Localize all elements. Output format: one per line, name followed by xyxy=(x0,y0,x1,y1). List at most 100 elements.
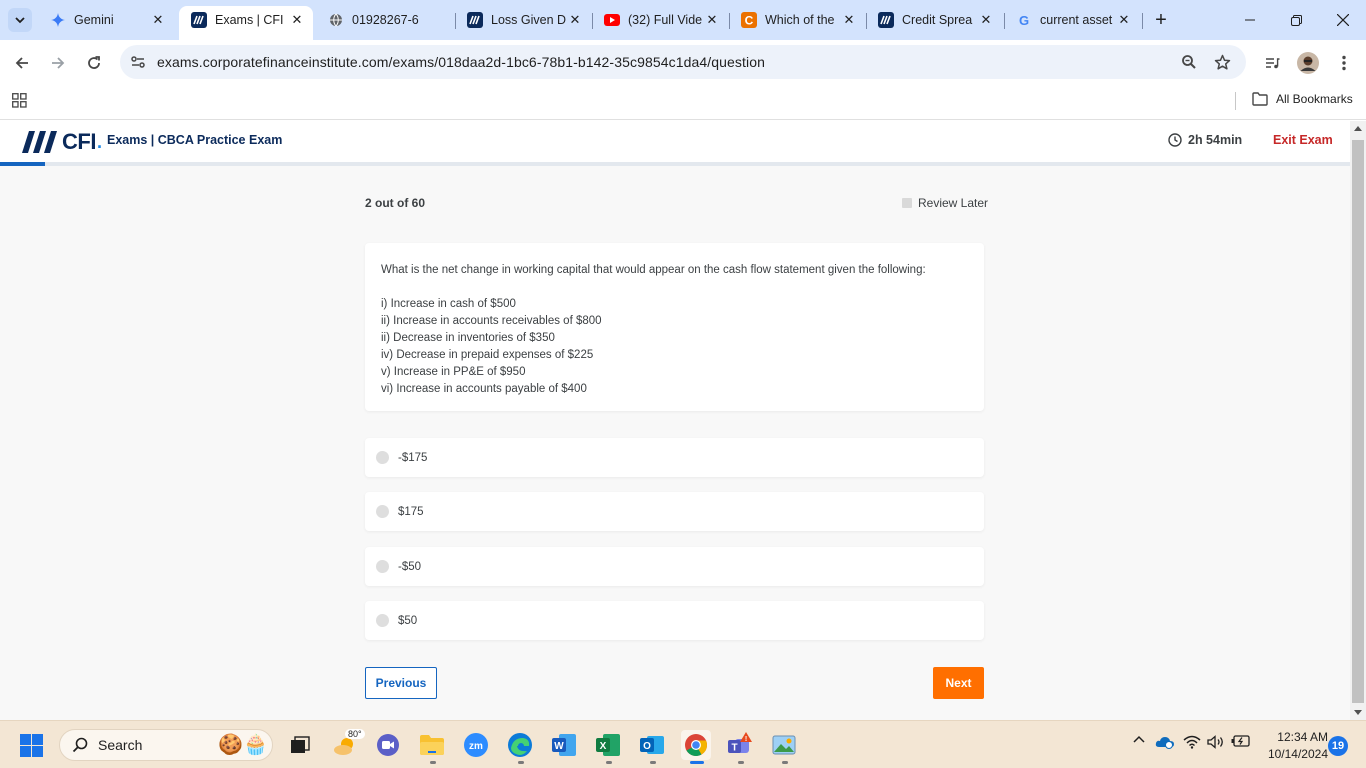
tab-gemini[interactable]: Gemini ✕ xyxy=(38,6,174,34)
folder-icon xyxy=(420,735,444,755)
close-icon[interactable]: ✕ xyxy=(150,12,166,28)
tab-credit-spread[interactable]: Credit Sprea ✕ xyxy=(866,6,1002,34)
close-icon[interactable]: ✕ xyxy=(567,12,583,28)
taskbar-search[interactable]: Search 🍪🧁 xyxy=(59,729,273,761)
back-button[interactable] xyxy=(9,50,35,76)
answer-option-a[interactable]: -$175 xyxy=(365,438,984,477)
notification-badge[interactable]: 19 xyxy=(1328,736,1348,756)
excel-icon: X xyxy=(596,734,620,756)
svg-text:T: T xyxy=(731,743,737,754)
wifi-tray-button[interactable] xyxy=(1183,735,1201,749)
svg-text:zm: zm xyxy=(469,741,483,752)
minimize-button[interactable] xyxy=(1227,5,1273,35)
task-view-button[interactable] xyxy=(285,730,315,760)
battery-charging-icon xyxy=(1231,735,1250,747)
bookmark-star-icon[interactable] xyxy=(1213,53,1231,71)
video-chat-icon xyxy=(377,734,399,756)
clock-time: 12:34 AM xyxy=(1277,730,1328,744)
scroll-down-arrow-icon[interactable] xyxy=(1354,710,1362,715)
cfi-logo-mark-icon xyxy=(22,131,57,153)
answer-option-c[interactable]: -$50 xyxy=(365,547,984,586)
site-settings-icon[interactable] xyxy=(129,53,147,71)
close-window-button[interactable] xyxy=(1320,5,1366,35)
address-bar[interactable]: exams.corporatefinanceinstitute.com/exam… xyxy=(120,45,1246,79)
photos-icon xyxy=(772,735,796,755)
answer-radio[interactable] xyxy=(376,560,389,573)
close-icon[interactable]: ✕ xyxy=(841,12,857,28)
volume-tray-button[interactable] xyxy=(1207,735,1225,749)
media-controls-button[interactable] xyxy=(1259,50,1285,76)
tab-title: Exams | CFI xyxy=(215,13,284,27)
answer-radio[interactable] xyxy=(376,505,389,518)
taskbar-app-word[interactable]: W xyxy=(549,730,579,760)
restore-button[interactable] xyxy=(1273,5,1319,35)
page-title: Exams | CBCA Practice Exam xyxy=(107,133,283,147)
browser-menu-button[interactable] xyxy=(1331,50,1357,76)
exit-exam-button[interactable]: Exit Exam xyxy=(1273,133,1333,147)
taskbar-app-outlook[interactable]: O xyxy=(637,730,667,760)
zoom-icon[interactable] xyxy=(1180,53,1198,71)
taskbar-app-zoom[interactable]: zm xyxy=(461,730,491,760)
taskbar-clock[interactable]: 12:34 AM 10/14/2024 xyxy=(1258,729,1328,763)
url-text[interactable]: exams.corporatefinanceinstitute.com/exam… xyxy=(157,54,765,70)
windows-logo-pane xyxy=(20,746,31,757)
tab-chegg[interactable]: C Which of the ✕ xyxy=(729,6,865,34)
close-icon[interactable]: ✕ xyxy=(1116,12,1132,28)
battery-tray-button[interactable] xyxy=(1231,735,1251,747)
scrollbar-thumb[interactable] xyxy=(1352,140,1364,703)
media-queue-icon xyxy=(1266,58,1280,69)
clock-icon xyxy=(1168,133,1182,147)
svg-text:W: W xyxy=(554,741,564,752)
tab-loss-given-default[interactable]: Loss Given D ✕ xyxy=(455,6,591,34)
windows-logo-icon xyxy=(20,734,31,745)
taskbar-app-excel[interactable]: X xyxy=(593,730,623,760)
onedrive-tray-button[interactable] xyxy=(1155,735,1175,749)
taskbar-app-photos[interactable] xyxy=(769,730,799,760)
profile-button[interactable] xyxy=(1295,50,1321,76)
logo-dot: . xyxy=(96,131,102,152)
app-running-indicator xyxy=(650,761,656,764)
page-scrollbar[interactable] xyxy=(1350,121,1366,720)
svg-text:!: ! xyxy=(745,736,747,743)
apps-grid-icon[interactable] xyxy=(12,93,27,111)
new-tab-button[interactable]: + xyxy=(1150,9,1172,31)
svg-text:C: C xyxy=(745,14,754,28)
tab-youtube[interactable]: (32) Full Vide ✕ xyxy=(592,6,728,34)
edge-icon xyxy=(508,733,532,757)
taskbar-app-file-explorer[interactable] xyxy=(417,730,447,760)
question-item: ii) Decrease in inventories of $350 xyxy=(381,332,555,344)
cfi-icon xyxy=(191,12,207,28)
reload-button[interactable] xyxy=(81,50,107,76)
review-later-toggle[interactable]: Review Later xyxy=(902,196,988,210)
next-button[interactable]: Next xyxy=(933,667,984,699)
tab-google-search[interactable]: G current asset ✕ xyxy=(1004,6,1140,34)
scroll-up-arrow-icon[interactable] xyxy=(1354,126,1362,131)
review-later-checkbox[interactable] xyxy=(902,198,912,208)
answer-label: -$50 xyxy=(398,560,422,573)
previous-button[interactable]: Previous xyxy=(365,667,437,699)
restore-icon xyxy=(1290,14,1302,26)
all-bookmarks-button[interactable]: All Bookmarks xyxy=(1252,92,1353,106)
taskbar-app-chrome[interactable] xyxy=(681,730,711,760)
answer-radio[interactable] xyxy=(376,451,389,464)
taskbar-app-edge[interactable] xyxy=(505,730,535,760)
cfi-icon xyxy=(467,12,483,28)
cfi-logo[interactable]: CFI. xyxy=(20,129,102,155)
taskbar-app-meet[interactable] xyxy=(373,730,403,760)
tab-title: Credit Sprea xyxy=(902,13,973,27)
answer-option-d[interactable]: $50 xyxy=(365,601,984,640)
forward-button[interactable] xyxy=(45,50,71,76)
taskbar-app-teams[interactable]: T! xyxy=(725,730,755,760)
wifi-icon xyxy=(1183,735,1201,749)
tab-pdf[interactable]: 01928267-6 xyxy=(316,6,452,34)
answer-option-b[interactable]: $175 xyxy=(365,492,984,531)
tab-exams-cfi[interactable]: Exams | CFI ✕ xyxy=(179,6,313,40)
close-icon[interactable]: ✕ xyxy=(289,12,305,28)
windows-start-button[interactable] xyxy=(20,734,43,757)
close-icon[interactable]: ✕ xyxy=(704,12,720,28)
show-hidden-icons-button[interactable] xyxy=(1133,735,1145,743)
tab-search-button[interactable] xyxy=(8,8,32,32)
close-icon[interactable]: ✕ xyxy=(978,12,994,28)
answer-radio[interactable] xyxy=(376,614,389,627)
chegg-icon: C xyxy=(741,12,757,28)
